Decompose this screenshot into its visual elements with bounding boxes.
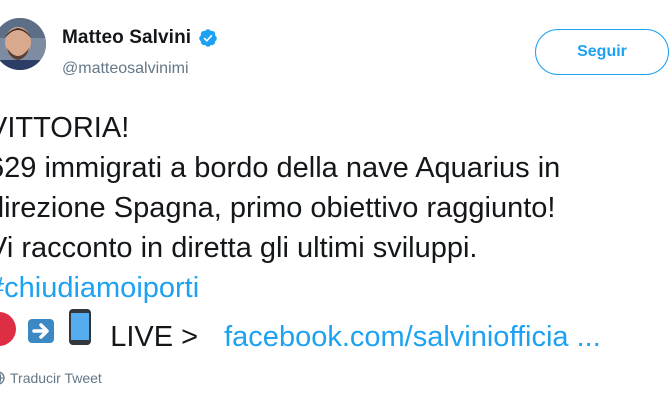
live-label: LIVE > (110, 321, 199, 353)
translate-tweet[interactable]: Traducir Tweet (0, 370, 102, 386)
facebook-link[interactable]: facebook.com/salviniofficia ... (224, 321, 601, 353)
translate-tweet-label[interactable]: Traducir Tweet (10, 370, 102, 386)
tweet-line: VITTORIA! (0, 112, 130, 144)
tweet-line: direzione Spagna, primo obiettivo raggiu… (0, 192, 556, 224)
hashtag-link[interactable]: #chiudiamoiporti (0, 272, 199, 304)
tweet-text: VITTORIA! 629 immigrati a bordo della na… (0, 108, 672, 357)
author-display-name[interactable]: Matteo Salvini (62, 27, 191, 49)
avatar-image (0, 18, 46, 70)
arrow-right-icon (28, 319, 55, 343)
verified-badge-icon (199, 29, 217, 47)
globe-icon (0, 371, 5, 385)
mobile-phone-icon (69, 309, 92, 345)
red-circle-icon (0, 312, 16, 346)
live-line: LIVE > facebook.com/salviniofficia ... (0, 308, 672, 357)
tweet-line: Vi racconto in diretta gli ultimi svilup… (0, 232, 478, 264)
tweet-line: 629 immigrati a bordo della nave Aquariu… (0, 152, 561, 184)
author-name-row: Matteo Salvini (62, 27, 218, 49)
avatar[interactable] (0, 18, 46, 70)
author-handle[interactable]: @matteosalvinimi (62, 60, 189, 78)
follow-button[interactable]: Seguir (535, 29, 669, 75)
